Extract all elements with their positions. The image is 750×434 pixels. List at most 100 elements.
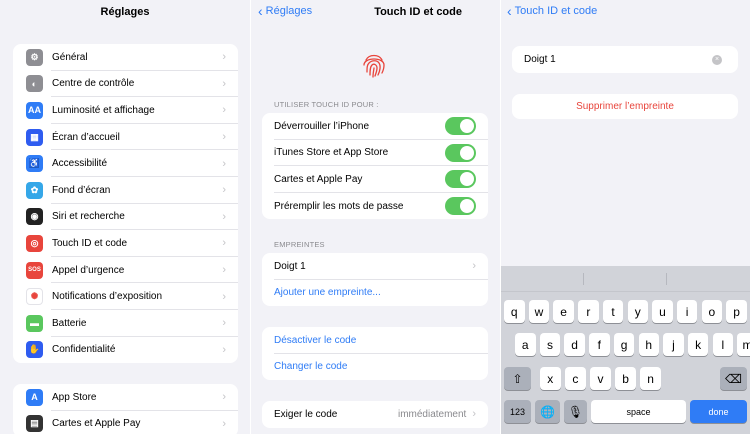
key-h[interactable]: h (638, 333, 659, 356)
key-i[interactable]: i (676, 300, 698, 323)
chevron-right-icon: › (472, 260, 476, 273)
key-u[interactable]: u (652, 300, 673, 323)
shift-key[interactable]: ⇧ (504, 367, 531, 390)
settings-row[interactable]: ◉ Siri et recherche › (13, 204, 238, 231)
key-m[interactable]: m (737, 333, 750, 356)
settings-row-label: Écran d’accueil (52, 131, 120, 143)
toggle-label: Préremplir les mots de passe (274, 200, 404, 212)
toggle-label: iTunes Store et App Store (274, 147, 389, 159)
settings-row[interactable]: ⚙ Général › (13, 44, 238, 71)
delete-fingerprint-button[interactable]: Supprimer l’empreinte (512, 94, 738, 119)
touch-id-toggle-group: Déverrouiller l’iPhone iTunes Store et Ap… (262, 113, 488, 220)
app-store-icon: A (26, 388, 43, 406)
microphone-icon[interactable]: 🎙 (564, 400, 587, 423)
toggle-switch[interactable] (445, 197, 476, 216)
chevron-right-icon: › (222, 184, 226, 197)
space-key[interactable]: space (591, 400, 686, 423)
chevron-right-icon: › (222, 290, 226, 303)
clear-icon[interactable]: × (712, 54, 722, 65)
settings-row-label: Notifications d’exposition (52, 291, 163, 303)
key-y[interactable]: y (627, 300, 648, 323)
settings-row-label: Confidentialité (52, 344, 116, 356)
settings-row-label: Centre de contrôle (52, 78, 135, 90)
done-key[interactable]: done (690, 400, 747, 423)
key-c[interactable]: c (565, 367, 586, 390)
key-f[interactable]: f (589, 333, 610, 356)
settings-row[interactable]: ▦ Écran d’accueil › (13, 124, 238, 151)
key-x[interactable]: x (540, 367, 561, 390)
text-size-icon: AA (26, 101, 43, 119)
key-e[interactable]: e (553, 300, 574, 323)
name-field-value: Doigt 1 (524, 54, 556, 65)
chevron-right-icon: › (472, 408, 476, 421)
home-grid-icon: ▦ (26, 128, 43, 146)
flower-icon: ✿ (26, 181, 43, 199)
numbers-key[interactable]: 123 (504, 400, 531, 423)
toggle-switch[interactable] (445, 143, 476, 162)
chevron-left-icon: ‹ (507, 2, 512, 19)
settings-row[interactable]: A App Store › (13, 384, 238, 411)
require-code-row[interactable]: Exiger le code immédiatement › (262, 401, 488, 428)
add-fingerprint-button[interactable]: Ajouter une empreinte... (262, 280, 488, 307)
settings-row[interactable]: ◎ Touch ID et code › (13, 230, 238, 257)
disable-code-button[interactable]: Désactiver le code (262, 327, 488, 354)
key-n[interactable]: n (640, 367, 661, 390)
toggles-icon: ◐ (26, 75, 43, 93)
change-code-button[interactable]: Changer le code (262, 354, 488, 381)
fingerprint-row[interactable]: Doigt 1 › (262, 253, 488, 280)
fingerprint-icon (360, 51, 388, 79)
accessibility-icon: ♿ (26, 155, 43, 173)
globe-icon[interactable]: 🌐 (535, 400, 560, 423)
toggle-row: Cartes et Apple Pay (262, 166, 488, 193)
settings-row[interactable]: ▬ Batterie › (13, 310, 238, 337)
settings-row[interactable]: ▤ Cartes et Apple Pay › (13, 411, 238, 434)
settings-row[interactable]: ✋ Confidentialité › (13, 337, 238, 364)
predictive-bar (501, 266, 750, 292)
key-k[interactable]: k (687, 333, 709, 356)
key-b[interactable]: b (615, 367, 636, 390)
settings-row[interactable]: ◐ Centre de contrôle › (13, 71, 238, 98)
key-o[interactable]: o (701, 300, 723, 323)
page-title: Touch ID et code (374, 6, 462, 18)
chevron-right-icon: › (222, 77, 226, 90)
back-button[interactable]: ‹ Touch ID et code (507, 2, 597, 19)
keyboard: q w e r t y u i o p a s d f g h j k l m ⇧ x c v b n ⌫ 123 🌐 🎙 space don… (501, 266, 750, 434)
fingerprint-label: Doigt 1 (274, 260, 306, 272)
settings-row[interactable]: ✺ Notifications d’exposition › (13, 283, 238, 310)
name-field[interactable]: Doigt 1 × (512, 46, 738, 73)
touch-id-screen: ‹ Réglages Touch ID et code UTILISER TOU… (251, 0, 500, 434)
toggle-switch[interactable] (445, 117, 476, 136)
chevron-right-icon: › (222, 343, 226, 356)
toggle-row: Préremplir les mots de passe (262, 193, 488, 220)
key-a[interactable]: a (515, 333, 536, 356)
key-r[interactable]: r (578, 300, 599, 323)
key-v[interactable]: v (590, 367, 611, 390)
delete-fingerprint-label: Supprimer l’empreinte (576, 101, 674, 112)
section-label-touch-id: UTILISER TOUCH ID POUR : (274, 100, 379, 109)
backspace-key[interactable]: ⌫ (720, 367, 747, 390)
battery-icon: ▬ (26, 314, 43, 332)
chevron-right-icon: › (222, 210, 226, 223)
settings-row[interactable]: SOS Appel d’urgence › (13, 257, 238, 284)
key-j[interactable]: j (663, 333, 684, 356)
code-group: Désactiver le code Changer le code (262, 327, 488, 381)
settings-row[interactable]: AA Luminosité et affichage › (13, 97, 238, 124)
key-t[interactable]: t (602, 300, 624, 323)
settings-row-label: Général (52, 51, 88, 63)
fingerprints-group: Doigt 1 › Ajouter une empreinte... (262, 253, 488, 307)
key-l[interactable]: l (712, 333, 734, 356)
key-w[interactable]: w (528, 300, 550, 323)
fingerprint-icon: ◎ (26, 234, 43, 252)
key-s[interactable]: s (539, 333, 561, 356)
toggle-label: Cartes et Apple Pay (274, 173, 363, 185)
key-p[interactable]: p (726, 300, 747, 323)
key-g[interactable]: g (613, 333, 635, 356)
settings-row[interactable]: ✿ Fond d’écran › (13, 177, 238, 204)
settings-row[interactable]: ♿ Accessibilité › (13, 150, 238, 177)
settings-row-label: Fond d’écran (52, 184, 111, 196)
section-label-fingerprints: EMPREINTES (274, 240, 325, 249)
settings-group-main: ⚙ Général › ◐ Centre de contrôle › AA Luminosit… (13, 44, 238, 364)
key-d[interactable]: d (564, 333, 585, 356)
toggle-switch[interactable] (445, 170, 476, 189)
key-q[interactable]: q (504, 300, 525, 323)
